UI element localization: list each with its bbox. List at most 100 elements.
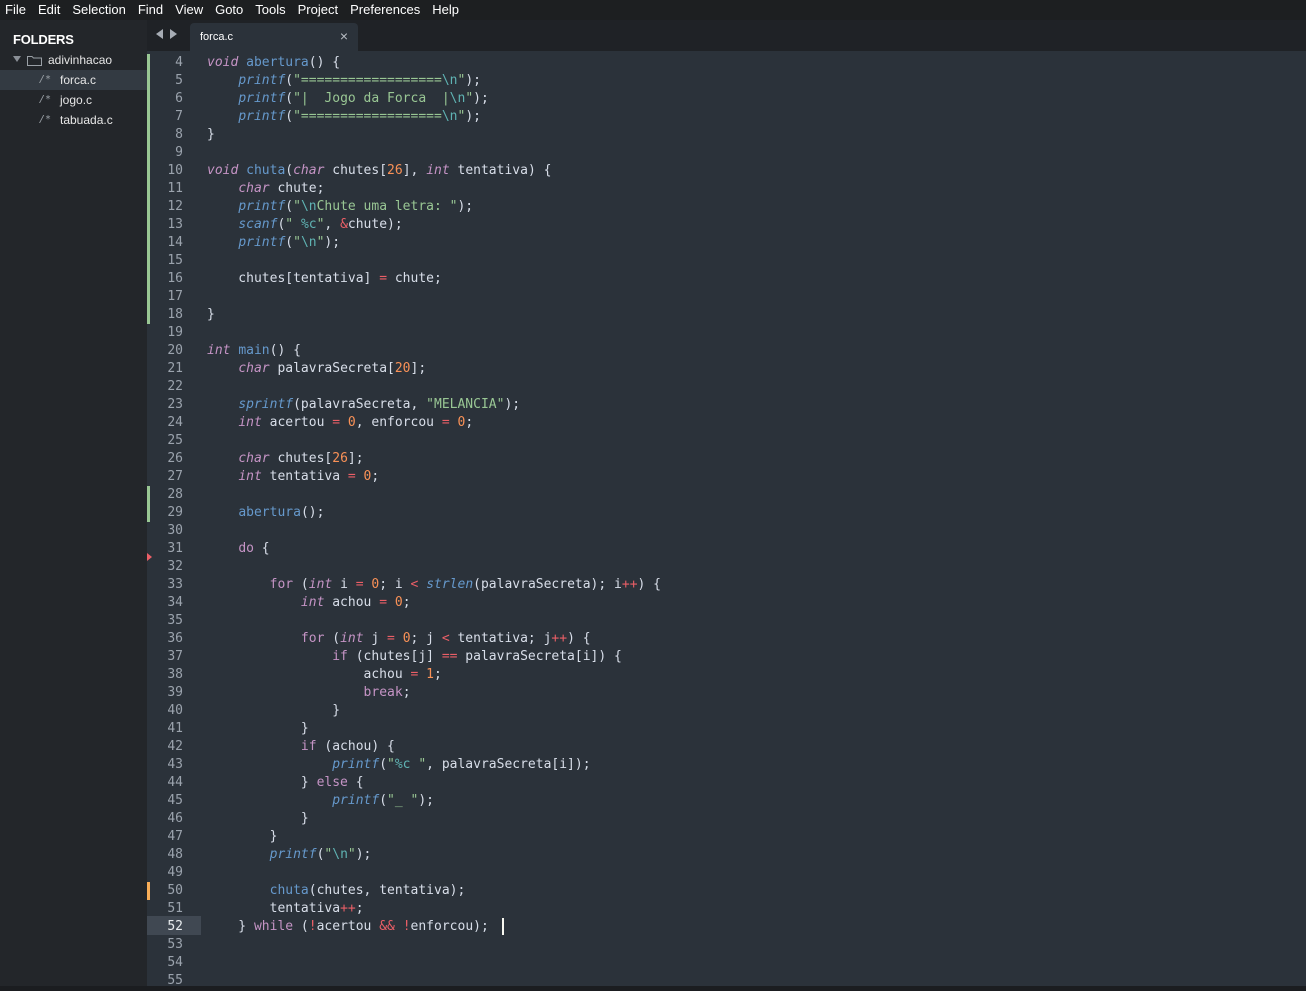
code-line[interactable]: if (achou) { [207, 738, 661, 756]
code-line[interactable]: char palavraSecreta[20]; [207, 360, 661, 378]
line-number: 12 [167, 199, 183, 214]
tab-nav-arrows [156, 29, 180, 41]
c-file-icon: /* [39, 94, 52, 105]
code-line[interactable]: printf("\n"); [207, 234, 661, 252]
code-editor[interactable]: 4 5 6 7 8 9 10 11 12 13 14 15 16 17 18 19 20 21 22 23 24 25 26… [147, 51, 1306, 986]
line-number: 48 [167, 847, 183, 862]
file-item-tabuada[interactable]: /* tabuada.c [0, 110, 147, 130]
text-cursor [502, 918, 504, 935]
code-line[interactable]: printf("_ "); [207, 792, 661, 810]
line-number: 37 [167, 649, 183, 664]
line-number: 45 [167, 793, 183, 808]
line-number: 7 [175, 109, 183, 124]
code-line[interactable]: ​ [207, 522, 661, 540]
code-line[interactable]: char chutes[26]; [207, 450, 661, 468]
menu-project[interactable]: Project [292, 0, 344, 20]
code-line[interactable]: printf("\n"); [207, 846, 661, 864]
menu-selection[interactable]: Selection [66, 0, 131, 20]
code-line[interactable]: void abertura() { [207, 54, 661, 72]
folder-expand-arrow-icon[interactable] [13, 56, 21, 62]
code-line[interactable]: ​ [207, 432, 661, 450]
code-line[interactable]: ​ [207, 324, 661, 342]
menu-find[interactable]: Find [132, 0, 169, 20]
code-line[interactable]: scanf(" %c", &chute); [207, 216, 661, 234]
line-number: 5 [175, 73, 183, 88]
code-text[interactable]: void abertura() { printf("==============… [207, 54, 661, 986]
code-line[interactable]: ​ [207, 288, 661, 306]
code-line[interactable]: void chuta(char chutes[26], int tentativ… [207, 162, 661, 180]
menu-preferences[interactable]: Preferences [344, 0, 426, 20]
code-line[interactable]: sprintf(palavraSecreta, "MELANCIA"); [207, 396, 661, 414]
line-number: 30 [167, 523, 183, 538]
code-line[interactable]: } [207, 720, 661, 738]
tab-nav-right-icon[interactable] [170, 29, 177, 39]
code-line[interactable]: do { [207, 540, 661, 558]
close-icon[interactable]: × [340, 28, 348, 44]
line-number: 36 [167, 631, 183, 646]
code-line[interactable]: ​ [207, 864, 661, 882]
line-number: 52 [167, 919, 183, 934]
menu-edit[interactable]: Edit [32, 0, 66, 20]
code-line[interactable]: if (chutes[j] == palavraSecreta[i]) { [207, 648, 661, 666]
code-line[interactable]: chuta(chutes, tentativa); [207, 882, 661, 900]
code-line[interactable]: printf("| Jogo da Forca |\n"); [207, 90, 661, 108]
line-number: 51 [167, 901, 183, 916]
code-line[interactable]: } [207, 702, 661, 720]
folder-adivinhacao[interactable]: adivinhacao [0, 50, 147, 70]
code-line[interactable]: int main() { [207, 342, 661, 360]
code-line[interactable]: printf("==================\n"); [207, 72, 661, 90]
code-line[interactable]: ​ [207, 144, 661, 162]
tab-nav-left-icon[interactable] [156, 29, 163, 39]
code-line[interactable]: ​ [207, 954, 661, 972]
code-line[interactable]: ​ [207, 486, 661, 504]
tab-forca-c[interactable]: forca.c × [190, 23, 358, 51]
file-item-jogo[interactable]: /* jogo.c [0, 90, 147, 110]
line-number: 41 [167, 721, 183, 736]
code-line[interactable]: } [207, 810, 661, 828]
code-line[interactable]: abertura(); [207, 504, 661, 522]
code-line[interactable]: ​ [207, 558, 661, 576]
code-line[interactable]: } [207, 126, 661, 144]
code-line[interactable]: chutes[tentativa] = chute; [207, 270, 661, 288]
code-line[interactable]: printf("%c ", palavraSecreta[i]); [207, 756, 661, 774]
menu-bar: File Edit Selection Find View Goto Tools… [0, 0, 1306, 20]
line-number: 49 [167, 865, 183, 880]
code-line[interactable]: for (int i = 0; i < strlen(palavraSecret… [207, 576, 661, 594]
code-line[interactable]: int tentativa = 0; [207, 468, 661, 486]
code-line[interactable]: ​ [207, 972, 661, 986]
code-line[interactable]: for (int j = 0; j < tentativa; j++) { [207, 630, 661, 648]
code-line[interactable]: ​ [207, 936, 661, 954]
code-line[interactable]: ​ [207, 612, 661, 630]
status-strip [0, 986, 1306, 991]
menu-file[interactable]: File [0, 0, 32, 20]
menu-tools[interactable]: Tools [249, 0, 291, 20]
code-line[interactable]: } [207, 306, 661, 324]
code-line[interactable]: } while (!acertou && !enforcou); [207, 918, 661, 936]
code-line[interactable]: ​ [207, 252, 661, 270]
code-line[interactable]: break; [207, 684, 661, 702]
code-line[interactable]: int achou = 0; [207, 594, 661, 612]
code-line[interactable]: ​ [207, 378, 661, 396]
code-line[interactable]: printf("==================\n"); [207, 108, 661, 126]
code-line[interactable]: } else { [207, 774, 661, 792]
code-line[interactable]: printf("\nChute uma letra: "); [207, 198, 661, 216]
line-number: 16 [167, 271, 183, 286]
line-number: 24 [167, 415, 183, 430]
tab-bar: forca.c × [147, 20, 1306, 51]
file-item-forca[interactable]: /* forca.c [0, 70, 147, 90]
code-line[interactable]: achou = 1; [207, 666, 661, 684]
line-number: 55 [167, 973, 183, 986]
code-line[interactable]: int acertou = 0, enforcou = 0; [207, 414, 661, 432]
line-number: 54 [167, 955, 183, 970]
line-number: 11 [167, 181, 183, 196]
code-line[interactable]: } [207, 828, 661, 846]
line-number: 13 [167, 217, 183, 232]
code-line[interactable]: char chute; [207, 180, 661, 198]
menu-help[interactable]: Help [426, 0, 465, 20]
line-number: 18 [167, 307, 183, 322]
code-line[interactable]: tentativa++; [207, 900, 661, 918]
sidebar: FOLDERS adivinhacao /* forca.c /* jogo.c… [0, 20, 147, 986]
menu-view[interactable]: View [169, 0, 209, 20]
line-number: 33 [167, 577, 183, 592]
menu-goto[interactable]: Goto [209, 0, 249, 20]
